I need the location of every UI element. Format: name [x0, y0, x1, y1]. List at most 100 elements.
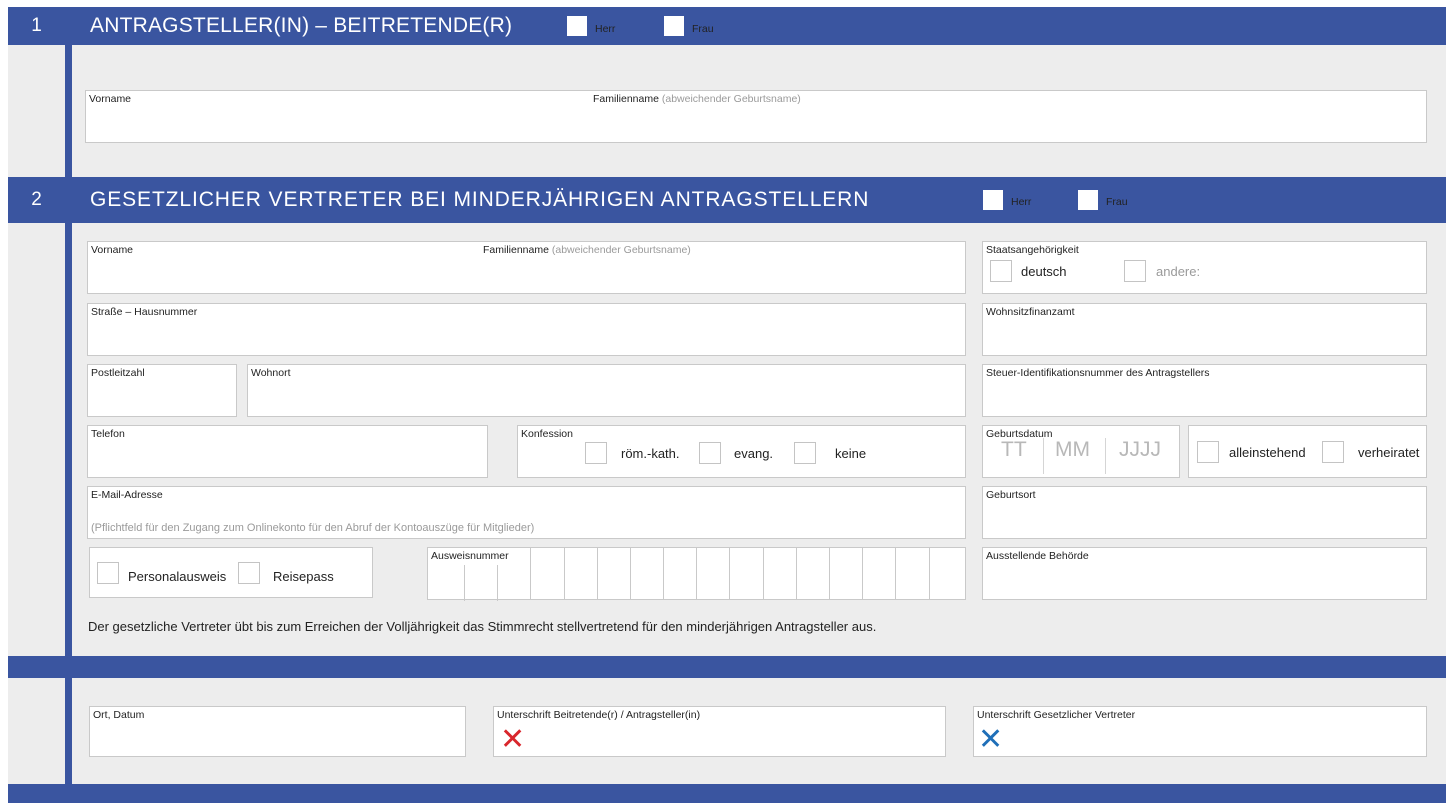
id-digit-cell	[696, 548, 697, 599]
personalausweis-label: Personalausweis	[128, 569, 227, 584]
red-x-mark-icon: ✕	[500, 723, 526, 756]
street-field[interactable]: Straße – Hausnummer	[87, 303, 966, 356]
familienname-text-1: Familienname	[593, 93, 659, 105]
wohnort-label: Wohnort	[251, 367, 291, 379]
representative-signature-field[interactable]: Unterschrift Gesetzlicher Vertreter ✕	[973, 706, 1427, 757]
id-number-field[interactable]: Ausweisnummer	[427, 547, 966, 601]
roem-kath-label: röm.-kath.	[621, 446, 680, 461]
id-digit-cell	[464, 565, 465, 601]
keine-label: keine	[835, 446, 867, 461]
id-digit-cell	[530, 548, 531, 599]
marital-status-field: alleinstehend verheiratet	[1188, 425, 1427, 478]
verheiratet-label: verheiratet	[1358, 445, 1420, 460]
frau-label-1: Frau	[692, 23, 714, 35]
date-month-placeholder: MM	[1055, 438, 1090, 461]
date-year-placeholder: JJJJ	[1119, 438, 1161, 461]
ort-datum-label: Ort, Datum	[93, 709, 145, 721]
checkbox-andere[interactable]	[1124, 260, 1146, 282]
section-1-herr-option[interactable]: Herr	[567, 7, 615, 45]
checkbox-personalausweis[interactable]	[97, 562, 119, 584]
confession-field: Konfession röm.-kath. evang. keine	[517, 425, 966, 478]
familienname-note-1: (abweichender Geburtsname)	[661, 93, 801, 105]
unterschrift-antragsteller-label: Unterschrift Beitretende(r) / Antragstel…	[497, 709, 701, 721]
email-field[interactable]: E-Mail-Adresse (Pflichtfeld für den Zuga…	[87, 486, 966, 539]
representative-name-field[interactable]: Vorname Familienname (abweichender Gebur…	[87, 241, 966, 294]
section-2-herr-option[interactable]: Herr	[983, 177, 1031, 223]
vorname-label-1: Vorname	[89, 93, 132, 105]
id-type-field: Personalausweis Reisepass	[89, 547, 373, 598]
email-note: (Pflichtfeld für den Zugang zum Onlineko…	[91, 522, 535, 534]
date-day-placeholder: TT	[1001, 438, 1027, 461]
geburtsort-label: Geburtsort	[986, 489, 1036, 501]
id-digit-cell	[630, 548, 631, 599]
nationality-field: Staatsangehörigkeit deutsch andere:	[982, 241, 1427, 294]
checkbox-verheiratet[interactable]	[1322, 441, 1344, 463]
id-digit-cell	[663, 548, 664, 599]
phone-field[interactable]: Telefon	[87, 425, 488, 478]
postleitzahl-label: Postleitzahl	[91, 367, 145, 379]
blue-x-mark-icon: ✕	[978, 723, 1004, 756]
id-digit-cell	[829, 548, 830, 599]
staatsangehoerigkeit-label: Staatsangehörigkeit	[986, 244, 1079, 256]
telefon-label: Telefon	[91, 428, 125, 440]
checkbox-herr-1[interactable]	[567, 16, 587, 36]
checkbox-herr-2[interactable]	[983, 190, 1003, 210]
konfession-label: Konfession	[521, 428, 573, 440]
ausstellende-behoerde-label: Ausstellende Behörde	[986, 550, 1089, 562]
frau-label-2: Frau	[1106, 196, 1128, 208]
section-1-frau-option[interactable]: Frau	[664, 7, 714, 45]
id-digit-cell	[497, 565, 498, 601]
checkbox-reisepass[interactable]	[238, 562, 260, 584]
applicant-signature-field[interactable]: Unterschrift Beitretende(r) / Antragstel…	[493, 706, 946, 757]
steuer-id-label: Steuer-Identifikationsnummer des Antrags…	[986, 367, 1210, 379]
id-digit-cell	[929, 548, 930, 599]
section-2-title: GESETZLICHER VERTRETER BEI MINDERJÄHRIGE…	[90, 188, 870, 211]
postal-code-field[interactable]: Postleitzahl	[87, 364, 237, 417]
familienname-label-1: Familienname (abweichender Geburtsname)	[593, 93, 801, 105]
id-digit-cell	[763, 548, 764, 599]
place-date-field[interactable]: Ort, Datum	[89, 706, 466, 757]
checkbox-keine[interactable]	[794, 442, 816, 464]
vorname-label-2: Vorname	[91, 244, 134, 256]
city-field[interactable]: Wohnort	[247, 364, 966, 417]
bottom-bar	[8, 784, 1446, 803]
date-separator-1	[1043, 438, 1044, 474]
signature-section-bar	[8, 656, 1446, 678]
applicant-name-field[interactable]: Vorname Familienname (abweichender Gebur…	[85, 90, 1427, 143]
id-digit-cell	[895, 548, 896, 599]
checkbox-frau-1[interactable]	[664, 16, 684, 36]
checkbox-roem-kath[interactable]	[585, 442, 607, 464]
andere-label: andere:	[1156, 264, 1201, 279]
checkbox-frau-2[interactable]	[1078, 190, 1098, 210]
familienname-label-2: Familienname (abweichender Geburtsname)	[483, 244, 691, 256]
familienname-text-2: Familienname	[483, 244, 549, 256]
checkbox-alleinstehend[interactable]	[1197, 441, 1219, 463]
strasse-label: Straße – Hausnummer	[91, 306, 198, 318]
tax-office-field[interactable]: Wohnsitzfinanzamt	[982, 303, 1427, 356]
deutsch-label: deutsch	[1021, 264, 1067, 279]
section-2-frau-option[interactable]: Frau	[1078, 177, 1128, 223]
representative-statement: Der gesetzliche Vertreter übt bis zum Er…	[88, 619, 877, 634]
form-page: 1 ANTRAGSTELLER(IN) – BEITRETENDE(R) Her…	[8, 7, 1446, 803]
familienname-note-2: (abweichender Geburtsname)	[551, 244, 691, 256]
birthplace-field[interactable]: Geburtsort	[982, 486, 1427, 539]
section-1-title: ANTRAGSTELLER(IN) – BEITRETENDE(R)	[90, 14, 513, 37]
checkbox-evang[interactable]	[699, 442, 721, 464]
section-1-number: 1	[31, 15, 42, 36]
checkbox-deutsch[interactable]	[990, 260, 1012, 282]
id-digit-cell	[796, 548, 797, 599]
birth-date-field[interactable]: Geburtsdatum TT MM JJJJ	[982, 425, 1180, 478]
tax-id-field[interactable]: Steuer-Identifikationsnummer des Antrags…	[982, 364, 1427, 417]
issuing-authority-field[interactable]: Ausstellende Behörde	[982, 547, 1427, 600]
ausweisnummer-label: Ausweisnummer	[431, 550, 509, 562]
herr-label-1: Herr	[595, 23, 616, 35]
id-digit-cell	[862, 548, 863, 599]
herr-label-2: Herr	[1011, 196, 1032, 208]
section-2-header: 2 GESETZLICHER VERTRETER BEI MINDERJÄHRI…	[8, 177, 1446, 223]
section-2-number: 2	[31, 189, 42, 210]
unterschrift-vertreter-label: Unterschrift Gesetzlicher Vertreter	[977, 709, 1136, 721]
reisepass-label: Reisepass	[273, 569, 334, 584]
id-digit-cell	[564, 548, 565, 599]
id-digit-cell	[597, 548, 598, 599]
alleinstehend-label: alleinstehend	[1229, 445, 1306, 460]
